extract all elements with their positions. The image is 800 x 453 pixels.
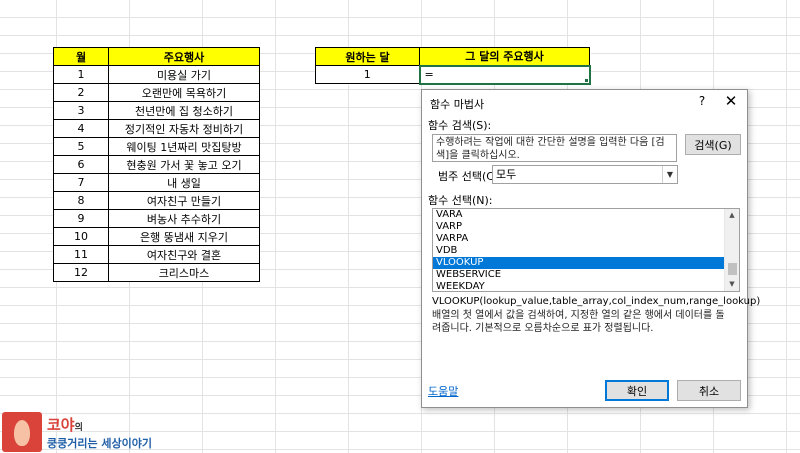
event-cell[interactable]: 내 생일 <box>108 173 260 192</box>
search-label: 함수 검색(S): <box>428 119 492 132</box>
table-row: 8 여자친구 만들기 <box>53 191 260 210</box>
active-formula-cell[interactable]: = <box>418 64 591 85</box>
header-wanted-month[interactable]: 원하는 달 <box>315 47 420 66</box>
table-row: 12 크리스마스 <box>53 263 260 282</box>
month-cell[interactable]: 8 <box>53 191 109 210</box>
month-cell[interactable]: 1 <box>53 65 109 84</box>
table-row: 3 천년만에 집 청소하기 <box>53 101 260 120</box>
function-list-item[interactable]: WEEKDAY <box>433 281 725 291</box>
month-cell[interactable]: 10 <box>53 227 109 246</box>
month-cell[interactable]: 5 <box>53 137 109 156</box>
lookup-table: 원하는 달 그 달의 주요행사 1 = <box>315 47 591 85</box>
fill-handle[interactable] <box>584 78 589 83</box>
header-event[interactable]: 주요행사 <box>108 47 260 66</box>
table-header-row: 원하는 달 그 달의 주요행사 <box>315 47 590 66</box>
function-list-item[interactable]: VDB <box>433 245 725 257</box>
scroll-down-icon[interactable]: ▼ <box>725 278 739 291</box>
wanted-month-cell[interactable]: 1 <box>315 65 420 84</box>
function-list-label: 함수 선택(N): <box>428 194 493 207</box>
table-row: 10 은행 뚱냄새 지우기 <box>53 227 260 246</box>
event-cell[interactable]: 미용실 가기 <box>108 65 260 84</box>
help-icon[interactable]: ? <box>694 94 710 108</box>
scrollbar-thumb[interactable] <box>728 263 737 275</box>
logo-title: 코야의 <box>47 414 83 435</box>
event-cell[interactable]: 오랜만에 목욕하기 <box>108 83 260 102</box>
table-header-row: 월 주요행사 <box>53 47 260 66</box>
month-cell[interactable]: 7 <box>53 173 109 192</box>
scroll-up-icon[interactable]: ▲ <box>725 209 739 222</box>
months-table: 월 주요행사 1 미용실 가기 2 오랜만에 목욕하기 3 천년만에 집 청소하기 4 정기적… <box>53 47 260 282</box>
month-cell[interactable]: 4 <box>53 119 109 138</box>
table-row: 6 현충원 가서 꽃 놓고 오기 <box>53 155 260 174</box>
function-search-input[interactable]: 수행하려는 작업에 대한 간단한 설명을 입력한 다음 [검색]을 클릭하십시오… <box>432 134 677 162</box>
function-listbox[interactable]: VARA VARP VARPA VDB VLOOKUP WEBSERVICE WEEKDAY… <box>432 208 740 292</box>
month-cell[interactable]: 3 <box>53 101 109 120</box>
header-month-event[interactable]: 그 달의 주요행사 <box>419 47 590 66</box>
event-cell[interactable]: 정기적인 자동차 정비하기 <box>108 119 260 138</box>
event-cell[interactable]: 여자친구 만들기 <box>108 191 260 210</box>
table-row: 2 오랜만에 목욕하기 <box>53 83 260 102</box>
dialog-title: 함수 마법사 <box>430 98 485 111</box>
month-cell[interactable]: 11 <box>53 245 109 264</box>
month-cell[interactable]: 9 <box>53 209 109 228</box>
watermark-logo: 코야의 쿵쿵거리는 세상이야기 <box>2 412 202 453</box>
table-row: 9 벼농사 추수하기 <box>53 209 260 228</box>
help-link[interactable]: 도움말 <box>428 383 458 399</box>
event-cell[interactable]: 현충원 가서 꽃 놓고 오기 <box>108 155 260 174</box>
function-wizard-dialog: 함수 마법사 ? ✕ 함수 검색(S): 수행하려는 작업에 대한 간단한 설명… <box>421 89 760 408</box>
function-list-item[interactable]: VARPA <box>433 233 725 245</box>
month-cell[interactable]: 12 <box>53 263 109 282</box>
table-row: 7내 생일 <box>53 173 260 192</box>
table-row: 4 정기적인 자동차 정비하기 <box>53 119 260 138</box>
table-row: 1 미용실 가기 <box>53 65 260 84</box>
nose-logo-icon <box>2 412 42 452</box>
function-list-item[interactable]: VARP <box>433 221 725 233</box>
event-cell[interactable]: 여자친구와 결혼 <box>108 245 260 264</box>
table-row: 11 여자친구와 결혼 <box>53 245 260 264</box>
close-icon[interactable]: ✕ <box>722 92 740 110</box>
chevron-down-icon[interactable]: ▼ <box>662 166 677 183</box>
month-cell[interactable]: 6 <box>53 155 109 174</box>
table-row: 1 = <box>315 64 591 85</box>
logo-subtitle: 쿵쿵거리는 세상이야기 <box>47 437 153 450</box>
function-syntax: VLOOKUP(lookup_value,table_array,col_ind… <box>432 296 761 307</box>
event-cell[interactable]: 벼농사 추수하기 <box>108 209 260 228</box>
category-value: 모두 <box>496 168 517 181</box>
logo-title-main: 코야 <box>47 416 75 434</box>
month-cell[interactable]: 2 <box>53 83 109 102</box>
event-cell[interactable]: 크리스마스 <box>108 263 260 282</box>
ok-button[interactable]: 확인 <box>605 380 669 401</box>
function-list-item[interactable]: WEBSERVICE <box>433 269 725 281</box>
header-month[interactable]: 월 <box>53 47 109 66</box>
event-cell[interactable]: 웨이팅 1년짜리 맛집탕방 <box>108 137 260 156</box>
event-cell[interactable]: 천년만에 집 청소하기 <box>108 101 260 120</box>
function-description: 배열의 첫 열에서 값을 검색하여, 지정한 열의 같은 행에서 데이터를 돌려… <box>432 310 725 334</box>
table-row: 5 웨이팅 1년짜리 맛집탕방 <box>53 137 260 156</box>
function-list-item[interactable]: VARA <box>433 209 725 221</box>
logo-title-suffix: 의 <box>74 423 83 433</box>
category-select[interactable]: 모두 ▼ <box>492 165 678 184</box>
event-cell[interactable]: 은행 뚱냄새 지우기 <box>108 227 260 246</box>
cancel-button[interactable]: 취소 <box>677 380 741 401</box>
listbox-scrollbar[interactable]: ▲ ▼ <box>724 209 739 291</box>
function-list-item[interactable]: VLOOKUP <box>433 257 725 269</box>
search-button[interactable]: 검색(G) <box>685 134 741 155</box>
